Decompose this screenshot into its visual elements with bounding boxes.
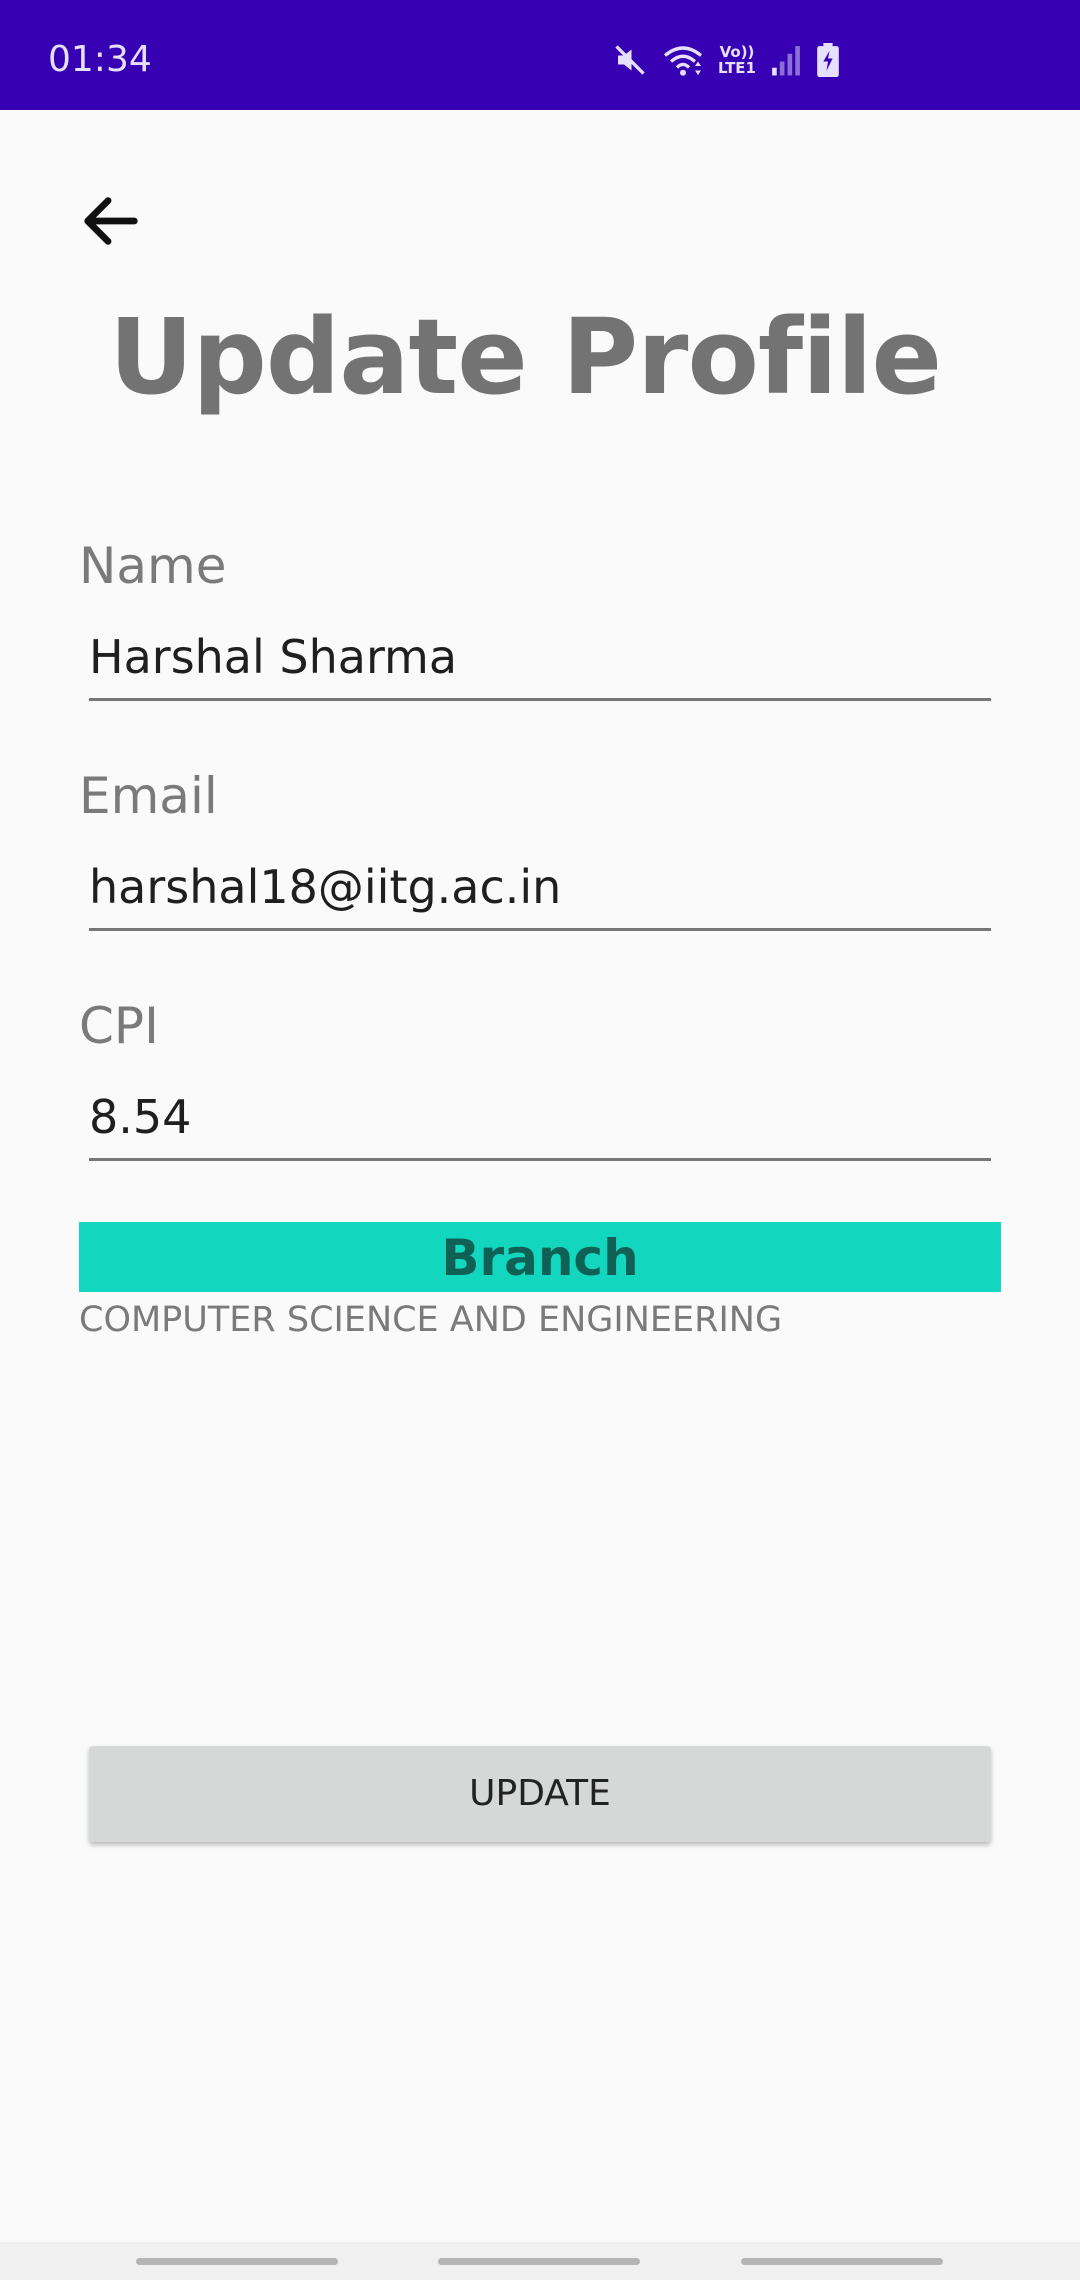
battery-charging-icon <box>816 43 840 77</box>
email-field[interactable] <box>89 846 991 931</box>
update-button[interactable]: UPDATE <box>89 1746 991 1842</box>
nav-home-button[interactable] <box>438 2258 640 2265</box>
nav-back-button[interactable] <box>741 2258 943 2265</box>
lte-volte-label: Vo)) <box>719 43 755 61</box>
lte-label: LTE1 <box>718 59 756 77</box>
signal-icon <box>770 43 802 77</box>
back-button[interactable] <box>76 186 146 256</box>
mute-icon <box>612 42 648 78</box>
navigation-bar <box>0 2242 1080 2280</box>
name-field[interactable] <box>89 616 991 701</box>
branch-value[interactable]: COMPUTER SCIENCE AND ENGINEERING <box>79 1300 782 1340</box>
cpi-field[interactable] <box>89 1076 991 1161</box>
email-label: Email <box>79 767 218 825</box>
arrow-left-icon <box>84 197 138 245</box>
wifi-icon <box>662 42 704 78</box>
branch-header[interactable]: Branch <box>79 1222 1001 1292</box>
nav-recents-button[interactable] <box>136 2258 338 2265</box>
name-label: Name <box>79 537 227 595</box>
status-icons: Vo)) LTE1 <box>612 42 840 78</box>
cpi-label: CPI <box>79 997 159 1055</box>
status-time: 01:34 <box>48 39 152 80</box>
status-bar: 01:34 Vo)) LTE1 <box>0 0 1080 110</box>
lte-icon: Vo)) LTE1 <box>718 44 756 76</box>
page-title: Update Profile <box>108 296 942 418</box>
